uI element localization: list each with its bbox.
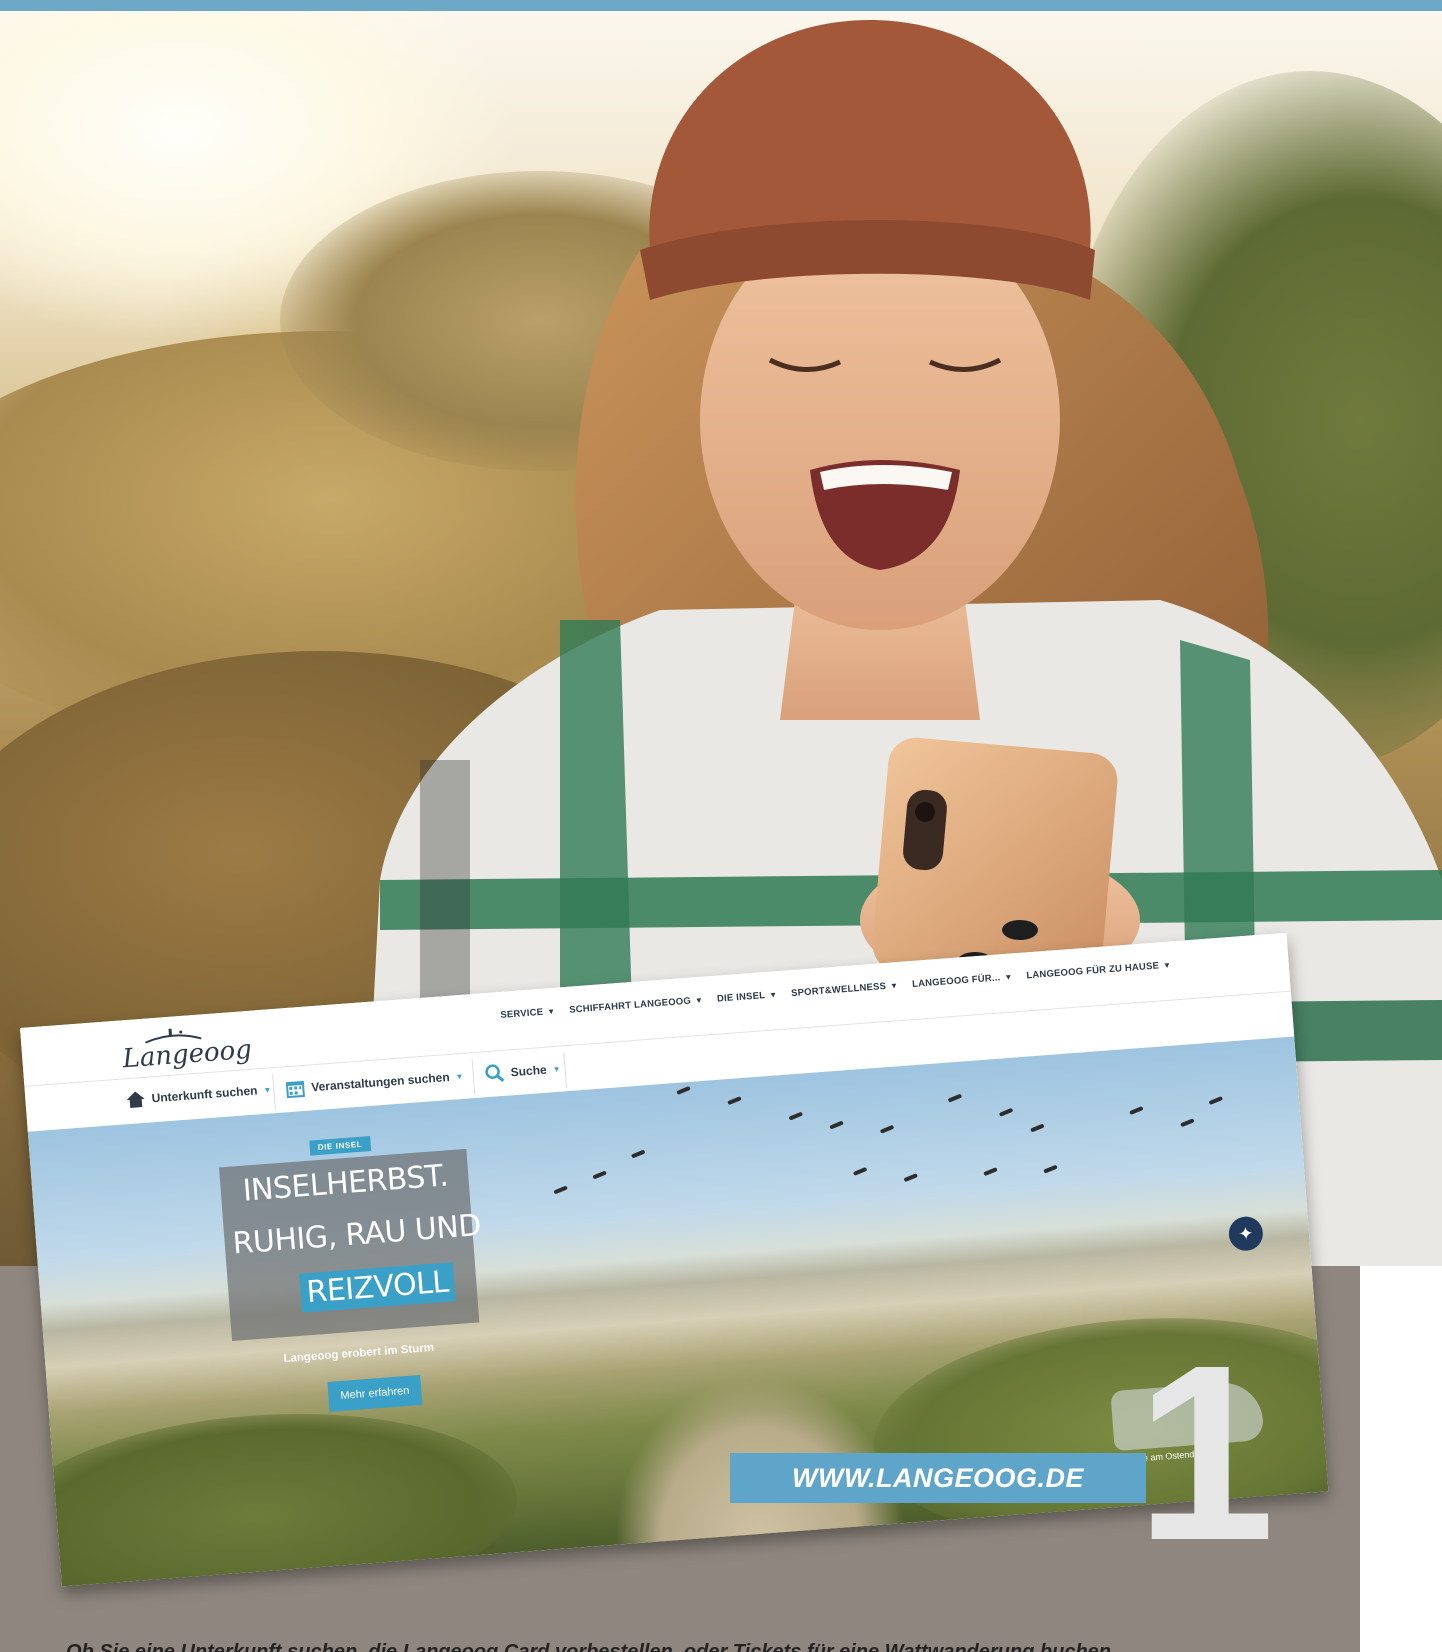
accessibility-icon[interactable]: ✦ bbox=[1227, 1215, 1265, 1252]
nav-langeoog-fuer-zu-hause[interactable]: LANGEOOG FÜR ZU HAUSE ▼ bbox=[1026, 960, 1172, 981]
hero-banner: DIE INSEL INSELHERBST. RUHIG, RAU UND RE… bbox=[27, 1036, 1329, 1587]
mehr-erfahren-button[interactable]: Mehr erfahren bbox=[327, 1374, 423, 1412]
nav-sport-wellness[interactable]: SPORT&WELLNESS ▼ bbox=[791, 980, 899, 999]
hero-tag[interactable]: DIE INSEL bbox=[309, 1136, 371, 1156]
calendar-icon bbox=[285, 1080, 305, 1099]
site-logo[interactable]: Langeoog bbox=[122, 1035, 253, 1075]
subnav-veranstaltungen[interactable]: Veranstaltungen suchen ▼ bbox=[285, 1066, 465, 1099]
subnav-unterkunft[interactable]: Unterkunft suchen ▼ bbox=[125, 1080, 272, 1109]
nav-langeoog-fuer[interactable]: LANGEOOG FÜR... ▼ bbox=[912, 971, 1013, 990]
nav-die-insel[interactable]: DIE INSEL ▼ bbox=[717, 989, 778, 1005]
subnav-suche[interactable]: Suche ▼ bbox=[484, 1059, 561, 1085]
subnav-divider bbox=[272, 1074, 276, 1111]
home-icon bbox=[126, 1091, 145, 1108]
subnav-divider bbox=[471, 1059, 476, 1096]
url-label: WWW.LANGEOOG.DE bbox=[730, 1453, 1146, 1503]
hero-subtitle: Langeoog erobert im Sturm bbox=[283, 1341, 435, 1366]
search-icon bbox=[485, 1064, 505, 1083]
nav-service[interactable]: SERVICE ▼ bbox=[500, 1006, 556, 1021]
nav-schiffahrt[interactable]: SCHIFFAHRT LANGEOOG ▼ bbox=[569, 995, 704, 1016]
subnav-divider bbox=[563, 1052, 568, 1089]
step-number: 1 bbox=[1136, 1313, 1276, 1592]
bottom-caption: Ob Sie eine Unterkunft suchen, die Lange… bbox=[66, 1641, 1111, 1652]
